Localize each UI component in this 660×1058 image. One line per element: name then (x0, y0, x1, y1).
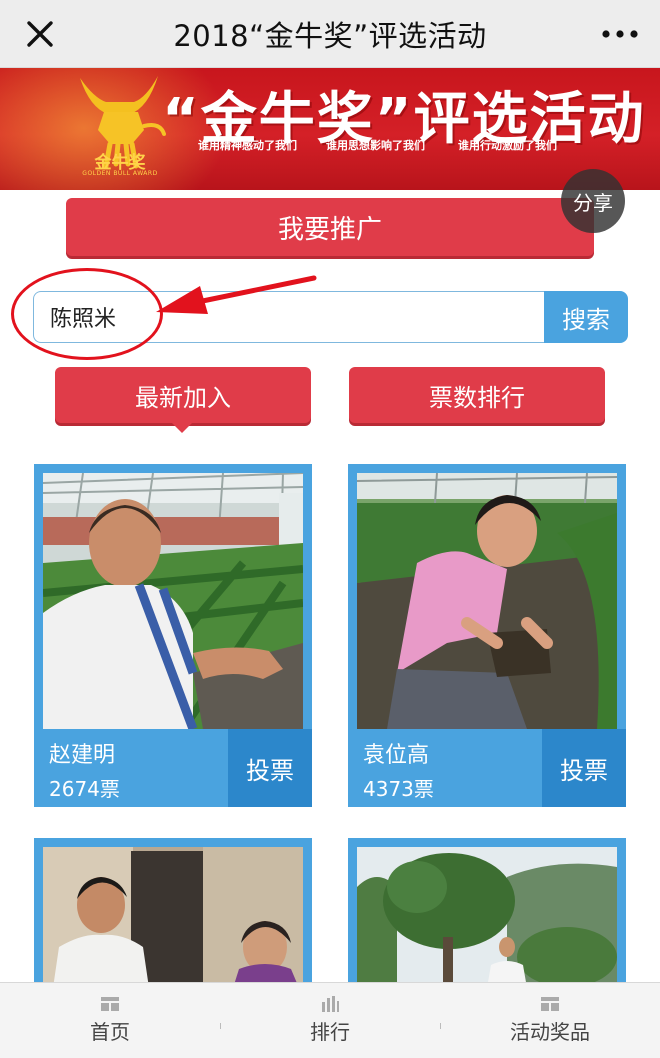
tab-ranking[interactable]: 排行 (220, 983, 440, 1058)
candidate-card: 赵建明 2674票 投票 (34, 464, 312, 807)
candidate-votes: 2674票 (49, 777, 120, 801)
event-banner: 金牛奖 GOLDEN BULL AWARD “金牛奖”评选活动 谁用精神感动了我… (0, 68, 660, 190)
banner-slogan-1: 谁用精神感动了我们 (198, 139, 297, 152)
tab-prizes[interactable]: 活动奖品 (440, 983, 660, 1058)
banner-slogan-3: 谁用行动激励了我们 (458, 139, 557, 152)
search-input[interactable] (34, 292, 545, 342)
tab-home-label: 首页 (90, 1020, 130, 1044)
candidate-photo[interactable] (357, 473, 617, 729)
candidate-name: 赵建明 (49, 743, 116, 768)
close-icon[interactable] (22, 16, 58, 52)
search-field (33, 291, 545, 343)
candidate-photo[interactable] (43, 847, 303, 988)
search-button[interactable]: 搜索 (544, 291, 628, 343)
tab-ranking-label: 排行 (310, 1020, 350, 1044)
page-title: 2018“金牛奖”评选活动 (173, 18, 487, 53)
active-tab-pointer (172, 423, 192, 433)
banner-brand-en-text: GOLDEN BULL AWARD (82, 170, 158, 177)
tab-vote-ranking[interactable]: 票数排行 (349, 367, 605, 423)
more-options-icon[interactable] (600, 18, 640, 50)
share-button[interactable]: 分享 (561, 169, 625, 233)
bottom-tab-bar: 首页 排行 活动奖品 (0, 982, 660, 1058)
candidate-votes: 4373票 (363, 777, 434, 801)
bar-chart-icon (322, 996, 339, 1012)
candidate-card (348, 838, 626, 988)
candidate-card (34, 838, 312, 988)
tab-newest[interactable]: 最新加入 (55, 367, 311, 423)
home-grid-icon (101, 997, 119, 1011)
banner-slogan-2: 谁用思想影响了我们 (326, 139, 425, 152)
prize-grid-icon (541, 997, 559, 1011)
candidate-photo[interactable] (357, 847, 617, 988)
candidate-card: 袁位高 4373票 投票 (348, 464, 626, 807)
top-navbar: 2018“金牛奖”评选活动 (0, 0, 660, 68)
tab-home[interactable]: 首页 (0, 983, 220, 1058)
candidate-info: 赵建明 2674票 投票 (43, 729, 312, 807)
candidate-name: 袁位高 (363, 743, 430, 768)
candidate-info: 袁位高 4373票 投票 (357, 729, 626, 807)
vote-button[interactable]: 投票 (542, 729, 626, 807)
vote-button[interactable]: 投票 (228, 729, 312, 807)
tab-prizes-label: 活动奖品 (510, 1020, 590, 1044)
candidate-photo[interactable] (43, 473, 303, 729)
promote-button[interactable]: 我要推广 (66, 198, 594, 256)
